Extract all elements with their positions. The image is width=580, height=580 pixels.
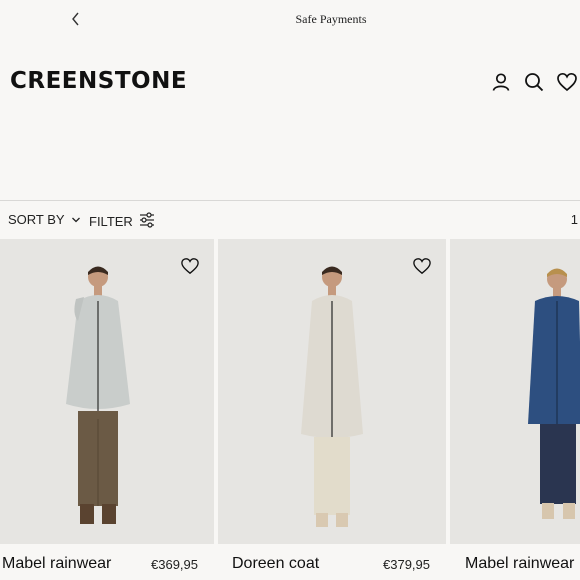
model-figure: [528, 268, 580, 519]
model-figure: [66, 266, 130, 524]
product-price: €369,95: [151, 557, 198, 572]
sliders-icon: [139, 212, 155, 231]
product-name[interactable]: Doreen coat: [232, 555, 319, 573]
sort-button[interactable]: SORT BY: [8, 212, 81, 227]
brand-logo[interactable]: CREENSTONE: [10, 68, 187, 94]
product-price: €379,95: [383, 557, 430, 572]
wishlist-heart-icon[interactable]: [412, 257, 432, 275]
product-name[interactable]: Mabel rainwear: [465, 555, 574, 573]
listing-toolbar: SORT BY FILTER 1: [0, 200, 580, 239]
wishlist-icon[interactable]: [556, 71, 578, 93]
wishlist-heart-icon[interactable]: [180, 257, 200, 275]
product-card[interactable]: Doreen coat €379,95: [218, 239, 446, 580]
model-figure: [301, 266, 363, 527]
sort-label: SORT BY: [8, 212, 65, 227]
filter-label: FILTER: [89, 214, 133, 229]
filter-button[interactable]: FILTER: [89, 212, 155, 231]
announcement-bar: Safe Payments: [0, 0, 580, 40]
result-count: 1: [570, 212, 578, 227]
product-card[interactable]: Mabel rainwear: [450, 239, 580, 580]
search-icon[interactable]: [523, 71, 545, 93]
announcement-text: Safe Payments: [295, 12, 367, 26]
account-icon[interactable]: [490, 71, 512, 93]
chevron-down-icon: [71, 212, 81, 227]
product-image[interactable]: [218, 239, 446, 544]
product-card[interactable]: Mabel rainwear €369,95: [0, 239, 214, 580]
site-header: CREENSTONE: [0, 55, 580, 110]
product-name[interactable]: Mabel rainwear: [2, 555, 111, 573]
product-image[interactable]: [450, 239, 580, 544]
product-image[interactable]: [0, 239, 214, 544]
